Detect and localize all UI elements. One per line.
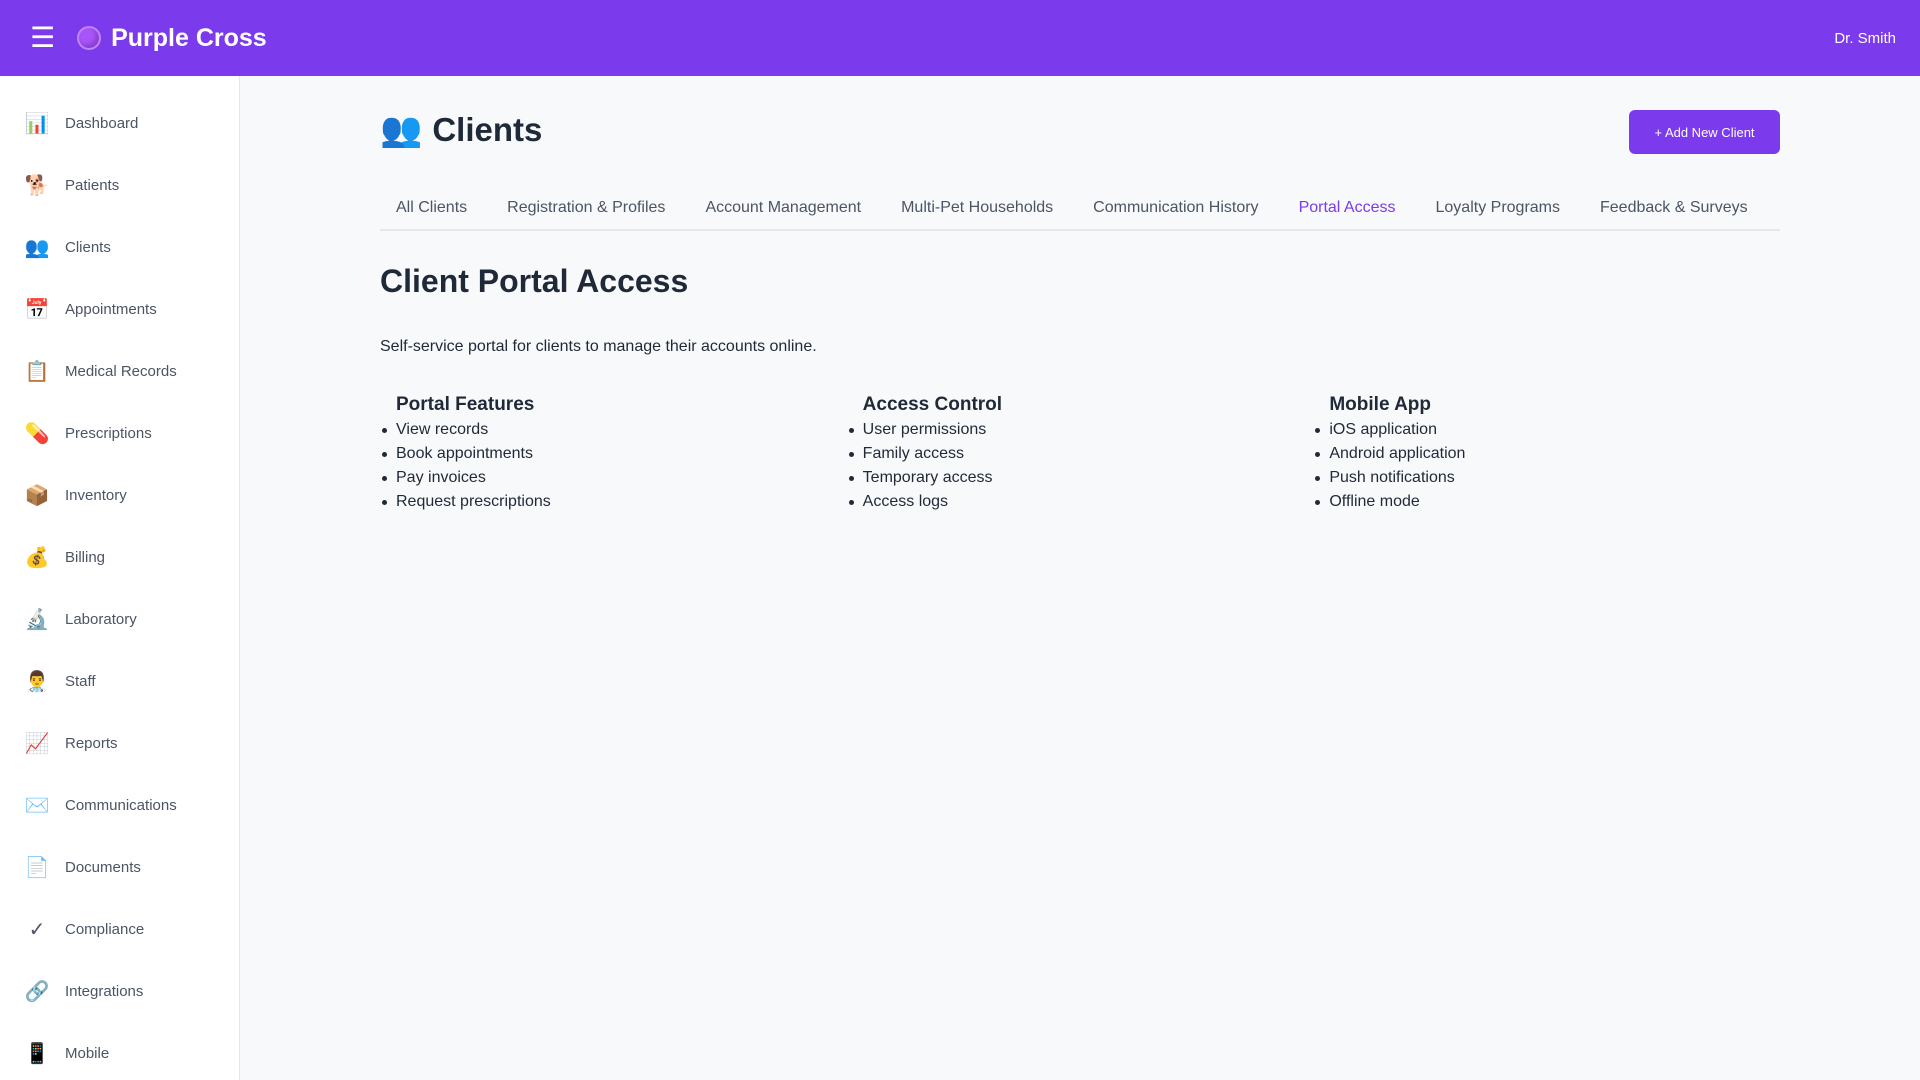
sidebar-item-integrations[interactable]: 🔗 Integrations: [0, 960, 239, 1022]
money-bag-icon: 💰: [24, 545, 50, 569]
tab-loyalty-programs[interactable]: Loyalty Programs: [1420, 188, 1577, 229]
package-icon: 📦: [24, 483, 50, 507]
sidebar-item-appointments[interactable]: 📅 Appointments: [0, 278, 239, 340]
list-item: Request prescriptions: [382, 490, 847, 514]
sidebar-item-label: Communications: [65, 796, 177, 814]
sidebar-item-patients[interactable]: 🐕 Patients: [0, 154, 239, 216]
feature-column: Access Control User permissions Family acc…: [847, 394, 1314, 514]
sidebar-item-clients[interactable]: 👥 Clients: [0, 216, 239, 278]
tab-account-management[interactable]: Account Management: [689, 188, 877, 229]
sidebar-item-label: Mobile: [65, 1044, 110, 1062]
list-item: Offline mode: [1315, 490, 1780, 514]
list-item: Push notifications: [1315, 466, 1780, 490]
sidebar-item-billing[interactable]: 💰 Billing: [0, 526, 239, 588]
mobile-phone-icon: 📱: [24, 1041, 50, 1065]
feature-column-heading: Portal Features: [396, 394, 535, 415]
top-bar: ☰ Purple Cross Dr. Smith: [0, 0, 1920, 76]
sidebar-item-documents[interactable]: 📄 Documents: [0, 836, 239, 898]
page-title-text: Clients: [432, 111, 543, 148]
tab-feedback-surveys[interactable]: Feedback & Surveys: [1584, 188, 1764, 229]
list-item: Android application: [1315, 442, 1780, 466]
envelope-icon: ✉️: [24, 793, 50, 817]
sidebar-item-label: Prescriptions: [65, 424, 152, 442]
section-description: Self-service portal for clients to manag…: [380, 338, 817, 355]
sidebar-item-label: Laboratory: [65, 610, 137, 628]
tab-communication-history[interactable]: Communication History: [1077, 188, 1274, 229]
page-title: 👥 Clients: [380, 110, 542, 150]
sidebar-item-label: Clients: [65, 238, 111, 256]
tab-multi-pet-households[interactable]: Multi-Pet Households: [885, 188, 1069, 229]
sidebar-item-medical-records[interactable]: 📋 Medical Records: [0, 340, 239, 402]
sidebar-item-prescriptions[interactable]: 💊 Prescriptions: [0, 402, 239, 464]
link-icon: 🔗: [24, 979, 50, 1003]
sidebar-item-laboratory[interactable]: 🔬 Laboratory: [0, 588, 239, 650]
sidebar-item-label: Inventory: [65, 486, 127, 504]
list-item: Family access: [848, 442, 1314, 466]
sidebar-item-label: Appointments: [65, 300, 157, 318]
sidebar-item-label: Reports: [65, 734, 118, 752]
sidebar-item-label: Integrations: [65, 982, 144, 1000]
dog-icon: 🐕: [24, 173, 50, 197]
people-icon: 👥: [24, 235, 50, 259]
feature-grid: Portal Features View records Book appointm…: [380, 394, 1780, 514]
list-item: Access logs: [848, 490, 1314, 514]
sidebar-item-dashboard[interactable]: 📊 Dashboard: [0, 92, 239, 154]
list-item: User permissions: [848, 418, 1314, 442]
feature-column: Portal Features View records Book appointm…: [380, 394, 847, 514]
purple-circle-icon: [77, 26, 102, 50]
sidebar-item-label: Patients: [65, 176, 120, 194]
doctor-icon: 👨‍⚕️: [24, 669, 50, 693]
document-icon: 📄: [24, 855, 50, 879]
sidebar-item-communications[interactable]: ✉️ Communications: [0, 774, 239, 836]
list-item: Temporary access: [848, 466, 1314, 490]
microscope-icon: 🔬: [24, 607, 50, 631]
add-new-client-button[interactable]: + Add New Client: [1629, 110, 1780, 154]
user-name[interactable]: Dr. Smith: [1834, 30, 1896, 47]
list-item: Book appointments: [382, 442, 847, 466]
brand-name: Purple Cross: [111, 23, 267, 52]
tab-bar: All Clients Registration & Profiles Accoun…: [380, 188, 1780, 231]
sidebar-item-label: Medical Records: [65, 362, 177, 380]
sidebar-item-label: Documents: [65, 858, 141, 876]
clipboard-icon: 📋: [24, 359, 50, 383]
sidebar-item-compliance[interactable]: ✓ Compliance: [0, 898, 239, 960]
feature-column: Mobile App iOS application Android applica…: [1313, 394, 1780, 514]
brand[interactable]: Purple Cross: [77, 24, 267, 53]
feature-list: User permissions Family access Temporary a…: [848, 418, 1314, 514]
feature-list: View records Book appointments Pay invoice…: [382, 418, 847, 514]
sidebar-item-staff[interactable]: 👨‍⚕️ Staff: [0, 650, 239, 712]
sidebar-item-inventory[interactable]: 📦 Inventory: [0, 464, 239, 526]
pill-icon: 💊: [24, 421, 50, 445]
list-item: Pay invoices: [382, 466, 847, 490]
bar-chart-icon: 📊: [24, 111, 50, 135]
people-icon: 👥: [380, 110, 423, 150]
hamburger-icon[interactable]: ☰: [30, 24, 55, 52]
list-item: View records: [382, 418, 847, 442]
tab-all-clients[interactable]: All Clients: [380, 188, 483, 229]
feature-column-heading: Access Control: [862, 394, 1003, 415]
sidebar-item-label: Billing: [65, 548, 106, 566]
sidebar-item-label: Staff: [65, 672, 96, 690]
list-item: iOS application: [1315, 418, 1780, 442]
tab-portal-access[interactable]: Portal Access: [1283, 188, 1412, 229]
main-content: 👥 Clients + Add New Client All Clients Re…: [240, 76, 1920, 1080]
checkmark-icon: ✓: [28, 917, 46, 941]
section-title: Client Portal Access: [380, 263, 689, 299]
calendar-icon: 📅: [24, 297, 50, 321]
page-header: 👥 Clients + Add New Client: [380, 76, 1780, 188]
tab-registration-profiles[interactable]: Registration & Profiles: [491, 188, 681, 229]
feature-list: iOS application Android application Push n…: [1315, 418, 1780, 514]
sidebar-nav: 📊 Dashboard 🐕 Patients 👥 Clients 📅 Appointments…: [0, 92, 239, 1080]
sidebar: 📊 Dashboard 🐕 Patients 👥 Clients 📅 Appointments…: [0, 76, 240, 1080]
feature-column-heading: Mobile App: [1329, 394, 1432, 415]
trend-chart-icon: 📈: [24, 731, 50, 755]
sidebar-item-label: Dashboard: [65, 114, 139, 132]
sidebar-item-label: Compliance: [65, 920, 145, 938]
sidebar-item-reports[interactable]: 📈 Reports: [0, 712, 239, 774]
sidebar-item-mobile[interactable]: 📱 Mobile: [0, 1022, 239, 1080]
content-area: 👥 Clients + Add New Client All Clients Re…: [380, 76, 1780, 514]
